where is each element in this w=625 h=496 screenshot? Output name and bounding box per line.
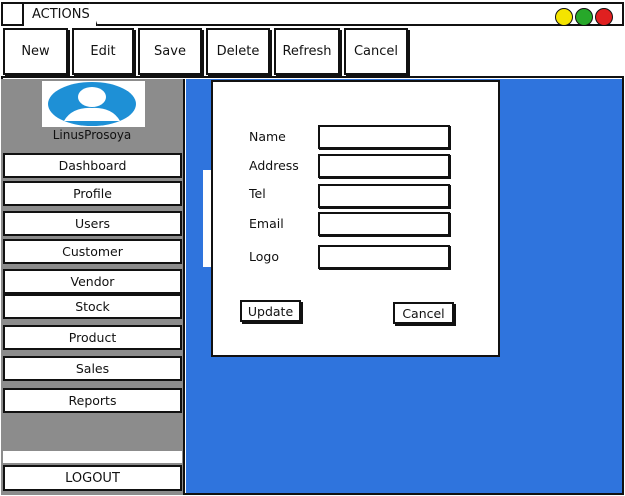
address-field[interactable]	[318, 154, 450, 178]
name-label: Name	[249, 129, 286, 144]
maximize-button[interactable]	[575, 8, 593, 26]
email-field[interactable]	[318, 212, 450, 236]
logo-field[interactable]	[318, 245, 450, 269]
close-button[interactable]	[595, 8, 613, 26]
tel-label: Tel	[249, 186, 266, 201]
tab-actions-label: ACTIONS	[32, 7, 90, 22]
edit-button[interactable]: Edit	[72, 28, 134, 75]
sidebar-item-users[interactable]: Users	[3, 211, 182, 236]
sidebar-item-reports[interactable]: Reports	[3, 388, 182, 413]
cancel-button[interactable]: Cancel	[344, 28, 408, 75]
sidebar-item-vendor[interactable]: Vendor	[3, 269, 182, 294]
form-cancel-button[interactable]: Cancel	[393, 302, 454, 324]
name-field[interactable]	[318, 125, 450, 149]
user-avatar-icon	[48, 82, 136, 126]
tab-actions[interactable]: ACTIONS	[22, 2, 98, 26]
delete-button[interactable]: Delete	[206, 28, 270, 75]
sidebar-item-stock[interactable]: Stock	[3, 294, 182, 319]
logo-label: Logo	[249, 249, 279, 264]
email-label: Email	[249, 216, 284, 231]
logout-button[interactable]: LOGOUT	[3, 465, 182, 491]
sidebar-item-sales[interactable]: Sales	[3, 356, 182, 381]
sidebar-item-product[interactable]: Product	[3, 325, 182, 350]
address-label: Address	[249, 158, 299, 173]
avatar	[42, 81, 145, 127]
refresh-button[interactable]: Refresh	[274, 28, 340, 75]
username-label: LinusProsoya	[52, 128, 132, 142]
save-button[interactable]: Save	[138, 28, 202, 75]
sidebar-item-customer[interactable]: Customer	[3, 239, 182, 264]
minimize-button[interactable]	[555, 8, 573, 26]
sidebar-spacer	[3, 451, 182, 463]
new-button[interactable]: New	[3, 28, 68, 75]
sidebar-item-profile[interactable]: Profile	[3, 181, 182, 206]
update-button[interactable]: Update	[240, 300, 301, 322]
sidebar-item-dashboard[interactable]: Dashboard	[3, 153, 182, 178]
tel-field[interactable]	[318, 184, 450, 208]
